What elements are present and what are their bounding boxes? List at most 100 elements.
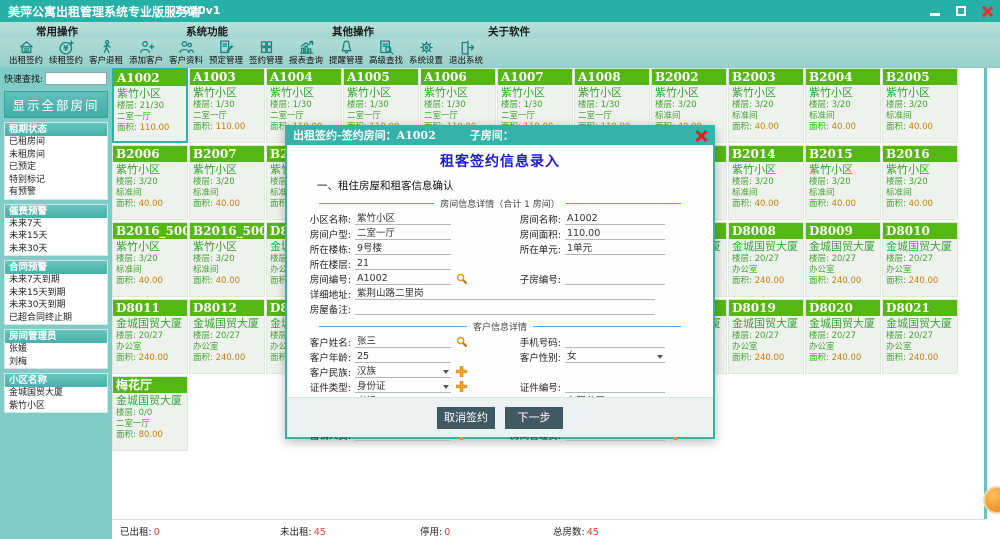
sidebar-item[interactable]: 未来30天到期 — [5, 299, 107, 312]
toolbar-button-2[interactable]: ¥续租签约 — [46, 39, 86, 68]
room-card[interactable]: D8008金城国贸大厦楼层: 20/27办公室面积: 240.00 — [728, 222, 804, 297]
dialog-close-icon[interactable] — [694, 129, 708, 143]
chevron-down-icon[interactable] — [657, 355, 663, 359]
cancel-sign-button[interactable]: 取消签约 — [437, 407, 495, 429]
menu-system-functions[interactable]: 系统功能 — [186, 24, 228, 39]
field-value-input[interactable]: A1002 — [565, 213, 665, 225]
toolbar-button-12[interactable]: 退出系统 — [446, 39, 486, 68]
room-card-id: A1006 — [421, 69, 495, 85]
chevron-down-icon[interactable] — [443, 370, 449, 374]
form-field: 房间户型:二室一厅 — [287, 227, 497, 241]
fieldset-legend: 客户信息详情 — [319, 320, 681, 333]
room-card[interactable]: D8020金城国贸大厦楼层: 20/27办公室面积: 240.00 — [805, 299, 881, 374]
close-icon[interactable] — [980, 4, 994, 18]
field-value-input[interactable] — [355, 303, 655, 315]
field-value-input[interactable]: 1单元 — [565, 243, 665, 255]
sidebar-item[interactable]: 未来15天 — [5, 230, 107, 243]
sidebar-item[interactable]: 刘梅 — [5, 356, 107, 369]
sidebar-item[interactable]: 有预警 — [5, 186, 107, 199]
field-value-input[interactable] — [565, 273, 665, 285]
room-card[interactable]: B2016_5002紫竹小区楼层: 3/20标准间面积: 40.00 — [189, 222, 265, 297]
room-card[interactable]: B2016_5001紫竹小区楼层: 3/20标准间面积: 40.00 — [112, 222, 188, 297]
field-value-input[interactable]: 25 — [355, 351, 451, 363]
minimize-icon[interactable] — [928, 4, 942, 18]
room-card[interactable]: D8019金城国贸大厦楼层: 20/27办公室面积: 240.00 — [728, 299, 804, 374]
menu-about[interactable]: 关于软件 — [488, 24, 530, 39]
field-value-input[interactable]: 110.00 — [565, 228, 665, 240]
toolbar-button-1[interactable]: 出租签约 — [6, 39, 46, 68]
toolbar-button-7[interactable]: 签约管理 — [246, 39, 286, 68]
field-value-input[interactable]: 张三 — [355, 336, 451, 348]
sidebar-item[interactable]: 未租房间 — [5, 149, 107, 162]
room-card[interactable]: D8009金城国贸大厦楼层: 20/27办公室面积: 240.00 — [805, 222, 881, 297]
room-card-community: 金城国贸大厦 — [729, 316, 803, 331]
sidebar-item[interactable]: 未来15天到期 — [5, 287, 107, 300]
sidebar-item[interactable]: 未来30天 — [5, 243, 107, 256]
field-label: 客户姓名: — [287, 335, 351, 349]
quick-search-input[interactable] — [45, 72, 107, 85]
field-value-dropdown[interactable]: 女 — [565, 351, 665, 363]
room-card[interactable]: A1003紫竹小区楼层: 1/30二室一厅面积: 110.00 — [189, 68, 265, 143]
room-card[interactable]: 梅花厅金城国贸大厦楼层: 0/0二室一厅面积: 80.00 — [112, 376, 188, 451]
room-card[interactable]: D8010金城国贸大厦楼层: 20/27办公室面积: 240.00 — [882, 222, 958, 297]
room-card-area: 面积: 240.00 — [883, 353, 957, 364]
field-value-input[interactable] — [565, 336, 665, 348]
toolbar-button-5[interactable]: 客户资料 — [166, 39, 206, 68]
toolbar-button-4[interactable]: 添加客户 — [126, 39, 166, 68]
sidebar-item[interactable]: 未来7天 — [5, 218, 107, 231]
search-icon[interactable] — [456, 273, 468, 285]
room-card[interactable]: B2014紫竹小区楼层: 3/20标准间面积: 40.00 — [728, 145, 804, 220]
toolbar-button-9[interactable]: 提醒管理 — [326, 39, 366, 68]
chevron-down-icon[interactable] — [443, 385, 449, 389]
room-card-area: 面积: 40.00 — [190, 199, 264, 210]
field-value-input[interactable]: 9号楼 — [355, 243, 451, 255]
room-card[interactable]: D8012金城国贸大厦楼层: 20/27办公室面积: 240.00 — [189, 299, 265, 374]
sidebar-item[interactable]: 未来7天到期 — [5, 274, 107, 287]
toolbar-button-3[interactable]: 客户退租 — [86, 39, 126, 68]
toolbar-button-10[interactable]: 高级查找 — [366, 39, 406, 68]
field-value-input[interactable]: 21 — [355, 258, 451, 270]
dialog-heading: 租客签约信息录入 — [287, 151, 713, 171]
room-card-floor: 楼层: 3/20 — [113, 254, 187, 265]
add-option-icon[interactable] — [456, 381, 468, 393]
search-icon[interactable] — [456, 336, 468, 348]
toolbar-button-6[interactable]: 预定管理 — [206, 39, 246, 68]
menu-other-ops[interactable]: 其他操作 — [332, 24, 374, 39]
room-card[interactable]: B2007紫竹小区楼层: 3/20标准间面积: 40.00 — [189, 145, 265, 220]
field-value-input[interactable]: A1002 — [355, 273, 451, 285]
room-card[interactable]: B2005紫竹小区楼层: 3/20标准间面积: 40.00 — [882, 68, 958, 143]
room-card[interactable]: B2016紫竹小区楼层: 3/20标准间面积: 40.00 — [882, 145, 958, 220]
room-card-community: 紫竹小区 — [806, 162, 880, 177]
field-value-input[interactable] — [565, 381, 665, 393]
maximize-icon[interactable] — [954, 4, 968, 18]
status-unrented: 未出租:45 — [280, 524, 326, 538]
toolbar-button-11[interactable]: 系统设置 — [406, 39, 446, 68]
room-card[interactable]: B2015紫竹小区楼层: 3/20标准间面积: 40.00 — [805, 145, 881, 220]
sidebar-item[interactable]: 特别标记 — [5, 174, 107, 187]
show-all-rooms-button[interactable]: 显示全部房间 — [4, 91, 108, 118]
field-value-dropdown[interactable]: 身份证 — [355, 381, 451, 393]
sidebar-item[interactable]: 紫竹小区 — [5, 400, 107, 413]
sidebar-item[interactable]: 已租房间 — [5, 136, 107, 149]
sidebar-item[interactable]: 已预定 — [5, 161, 107, 174]
next-step-button[interactable]: 下一步 — [505, 407, 563, 429]
add-option-icon[interactable] — [456, 366, 468, 378]
field-value-input[interactable]: 紫荆山路二里岗 — [355, 288, 655, 300]
room-card[interactable]: B2006紫竹小区楼层: 3/20标准间面积: 40.00 — [112, 145, 188, 220]
field-value-input[interactable]: 二室一厅 — [355, 228, 451, 240]
menu-common-ops[interactable]: 常用操作 — [36, 24, 78, 39]
sidebar-item[interactable]: 张媛 — [5, 343, 107, 356]
room-card[interactable]: D8021金城国贸大厦楼层: 20/27办公室面积: 240.00 — [882, 299, 958, 374]
room-card-type: 标准间 — [190, 188, 264, 199]
room-card[interactable]: B2004紫竹小区楼层: 3/20标准间面积: 40.00 — [805, 68, 881, 143]
room-card[interactable]: D8011金城国贸大厦楼层: 20/27办公室面积: 240.00 — [112, 299, 188, 374]
sidebar-item[interactable]: 已超合同终止期 — [5, 312, 107, 325]
fieldset-legend-text: 客户信息详情 — [467, 320, 533, 333]
room-card[interactable]: A1002紫竹小区楼层: 21/30二室一厅面积: 110.00 — [112, 68, 188, 143]
room-card-type: 二室一厅 — [114, 112, 186, 123]
sidebar-item[interactable]: 金城国贸大厦 — [5, 387, 107, 400]
field-value-input[interactable]: 紫竹小区 — [355, 213, 451, 225]
field-value-dropdown[interactable]: 汉族 — [355, 366, 451, 378]
room-card[interactable]: B2003紫竹小区楼层: 3/20标准间面积: 40.00 — [728, 68, 804, 143]
toolbar-button-8[interactable]: 报表查询 — [286, 39, 326, 68]
